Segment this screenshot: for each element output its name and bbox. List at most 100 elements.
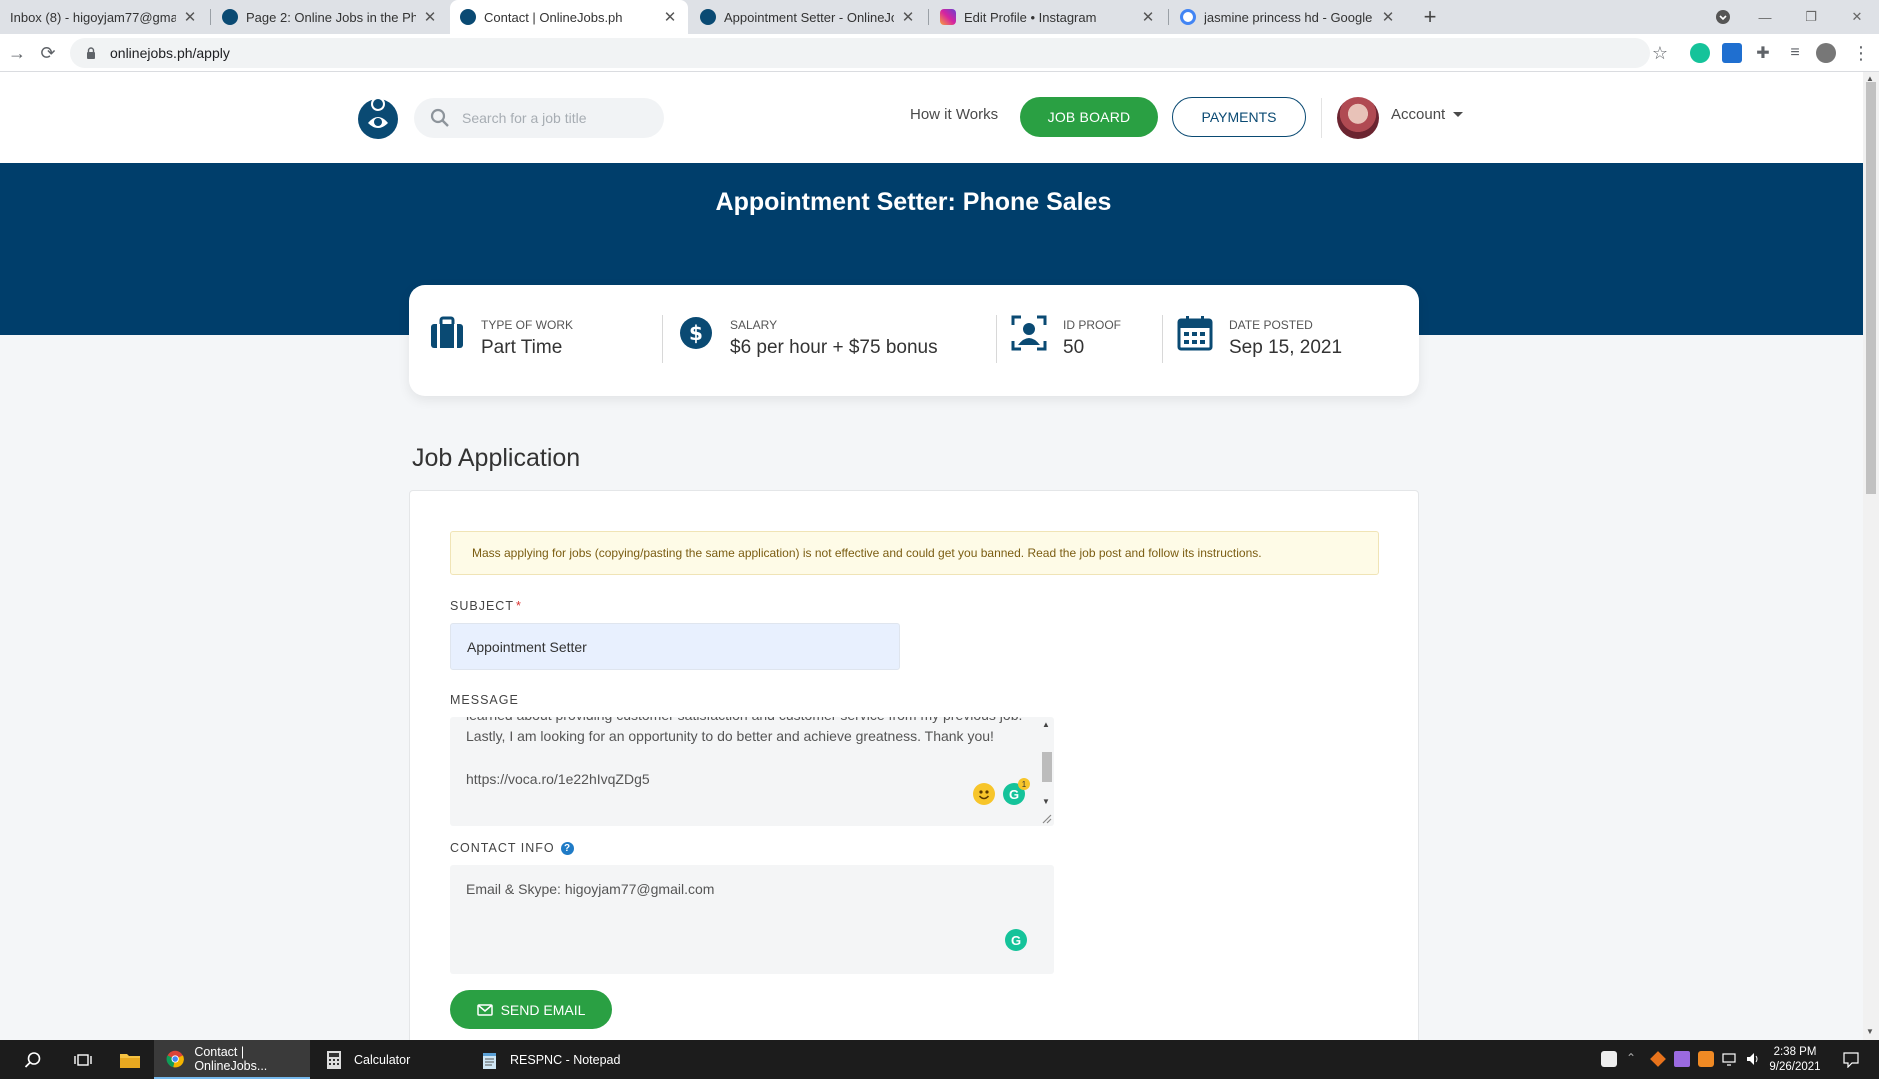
mass-apply-warning: Mass applying for jobs (copying/pasting … xyxy=(450,531,1379,575)
grammarly-extension-icon[interactable] xyxy=(1690,43,1710,63)
scroll-up-icon[interactable]: ▲ xyxy=(1042,720,1050,729)
tray-app-icon[interactable] xyxy=(1650,1051,1666,1067)
header-divider xyxy=(1321,98,1322,138)
system-clock[interactable]: 2:38 PM 9/26/2021 xyxy=(1755,1045,1835,1075)
browser-tab-contact[interactable]: Contact | OnlineJobs.ph ✕ xyxy=(450,0,688,34)
tab-title: Contact | OnlineJobs.ph xyxy=(484,9,623,25)
chrome-icon xyxy=(166,1050,184,1067)
clock-date: 9/26/2021 xyxy=(1769,1061,1821,1073)
browser-toolbar: → ⟳ onlinejobs.ph/apply ☆ ✚ ≡ ⋮ xyxy=(0,34,1879,72)
message-textarea[interactable]: learned about providing customer satisfa… xyxy=(450,717,1054,826)
contact-info-textarea[interactable]: Email & Skype: higoyjam77@gmail.com G xyxy=(450,865,1054,974)
task-view-icon[interactable] xyxy=(68,1040,98,1079)
scroll-down-icon[interactable]: ▼ xyxy=(1042,797,1050,806)
meta-label: DATE POSTED xyxy=(1229,318,1313,332)
browser-tab-gmail[interactable]: Inbox (8) - higoyjam77@gmail.com ✕ xyxy=(0,0,208,34)
meta-date-posted: DATE POSTED Sep 15, 2021 xyxy=(1177,315,1342,359)
tab-close-icon[interactable]: ✕ xyxy=(900,8,916,26)
instagram-favicon-icon xyxy=(940,9,956,25)
help-icon[interactable]: ? xyxy=(560,841,574,855)
search-icon[interactable] xyxy=(18,1040,48,1079)
file-explorer-icon[interactable] xyxy=(115,1040,145,1079)
send-email-label: SEND EMAIL xyxy=(500,1001,586,1018)
tray-expand-icon[interactable]: ⌃ xyxy=(1626,1051,1642,1067)
meta-divider xyxy=(1162,315,1163,363)
tab-close-icon[interactable]: ✕ xyxy=(1380,8,1396,26)
tab-close-icon[interactable]: ✕ xyxy=(422,8,438,26)
browser-tab-appointment-setter[interactable]: Appointment Setter - OnlineJobs ✕ xyxy=(690,0,926,34)
meta-salary: $ SALARY $6 per hour + $75 bonus xyxy=(678,315,938,359)
network-icon[interactable] xyxy=(1722,1051,1738,1067)
payments-button[interactable]: PAYMENTS xyxy=(1172,97,1306,137)
clock-time: 2:38 PM xyxy=(1773,1046,1817,1058)
job-application-heading: Job Application xyxy=(412,444,581,472)
browser-tab-jobs-page2[interactable]: Page 2: Online Jobs in the Philippines ✕ xyxy=(212,0,448,34)
new-tab-button[interactable]: + xyxy=(1416,3,1444,31)
forward-icon[interactable]: → xyxy=(4,40,30,66)
tab-close-icon[interactable]: ✕ xyxy=(1140,8,1156,26)
emoji-picker-icon[interactable] xyxy=(973,783,995,805)
address-bar[interactable]: onlinejobs.ph/apply xyxy=(70,38,1650,68)
required-asterisk: * xyxy=(515,599,522,613)
google-favicon-icon xyxy=(1180,9,1196,25)
taskbar-app-label: Contact | OnlineJobs... xyxy=(194,1044,268,1073)
page-scrollbar[interactable]: ▲ ▼ xyxy=(1863,72,1879,1040)
scroll-thumb[interactable] xyxy=(1042,752,1052,782)
browser-menu-icon[interactable]: ⋮ xyxy=(1848,40,1874,66)
page-scroll-down-icon[interactable]: ▼ xyxy=(1866,1027,1874,1036)
message-scrollbar[interactable]: ▲ ▼ xyxy=(1038,717,1054,826)
site-header: How it Works JOB BOARD PAYMENTS Account xyxy=(0,72,1863,163)
grammarly-count-badge: 1 xyxy=(1018,778,1030,790)
contact-info-text: Email & Skype: higoyjam77@gmail.com xyxy=(466,881,715,897)
resize-handle-icon[interactable] xyxy=(1040,812,1052,824)
meta-label: SALARY xyxy=(730,318,778,332)
bitwarden-extension-icon[interactable] xyxy=(1722,43,1742,63)
job-search-box[interactable] xyxy=(414,98,664,138)
close-window-icon[interactable]: ✕ xyxy=(1834,0,1879,34)
subject-input[interactable]: Appointment Setter xyxy=(450,623,900,670)
job-title: Appointment Setter: Phone Sales xyxy=(715,188,1112,216)
job-board-button[interactable]: JOB BOARD xyxy=(1020,97,1158,137)
reading-list-icon[interactable]: ≡ xyxy=(1782,40,1808,66)
meta-value: $6 per hour + $75 bonus xyxy=(730,337,938,358)
meta-label: TYPE OF WORK xyxy=(481,318,574,332)
taskbar-app-calculator[interactable]: Calculator xyxy=(312,1040,466,1079)
tab-separator xyxy=(210,9,211,25)
contact-info-label: CONTACT INFO? xyxy=(450,841,574,855)
subject-label: SUBJECT * xyxy=(450,599,522,613)
taskbar-app-chrome[interactable]: Contact | OnlineJobs... xyxy=(154,1040,310,1079)
browser-tab-strip: Inbox (8) - higoyjam77@gmail.com ✕ Page … xyxy=(0,0,1879,34)
grammarly-icon[interactable]: G1 xyxy=(1003,778,1030,805)
how-it-works-link[interactable]: How it Works xyxy=(910,106,998,123)
grammarly-icon[interactable]: G xyxy=(1005,929,1027,951)
tray-app-icon[interactable] xyxy=(1698,1051,1714,1067)
tab-search-icon[interactable] xyxy=(1700,0,1746,34)
meta-value: Part Time xyxy=(481,337,563,358)
restore-icon[interactable]: ❐ xyxy=(1788,0,1834,34)
account-label: Account xyxy=(1391,106,1446,123)
job-search-input[interactable] xyxy=(462,110,652,126)
tray-app-icon[interactable] xyxy=(1674,1051,1690,1067)
taskbar-app-notepad[interactable]: RESPNC - Notepad xyxy=(468,1040,624,1079)
account-dropdown[interactable]: Account xyxy=(1391,106,1464,123)
bookmark-star-icon[interactable]: ☆ xyxy=(1647,40,1673,66)
profile-avatar-icon[interactable] xyxy=(1816,43,1836,63)
meta-label: ID PROOF xyxy=(1063,318,1122,332)
tray-app-icon[interactable] xyxy=(1601,1051,1617,1067)
application-form: Mass applying for jobs (copying/pasting … xyxy=(409,490,1419,1040)
tab-separator xyxy=(1168,9,1169,25)
send-email-button[interactable]: SEND EMAIL xyxy=(450,990,612,1029)
reload-icon[interactable]: ⟳ xyxy=(35,40,61,66)
notifications-icon[interactable] xyxy=(1843,1052,1859,1069)
browser-tab-instagram[interactable]: Edit Profile • Instagram ✕ xyxy=(930,0,1166,34)
tab-close-icon[interactable]: ✕ xyxy=(182,8,198,26)
browser-tab-google[interactable]: jasmine princess hd - Google Search ✕ xyxy=(1170,0,1406,34)
page-scroll-thumb[interactable] xyxy=(1866,82,1876,494)
onlinejobs-logo-icon[interactable] xyxy=(356,93,400,141)
extensions-puzzle-icon[interactable]: ✚ xyxy=(1750,40,1776,66)
tab-close-icon[interactable]: ✕ xyxy=(662,8,678,26)
user-avatar[interactable] xyxy=(1337,97,1379,139)
onlinejobs-favicon-icon xyxy=(460,9,476,25)
minimize-icon[interactable]: — xyxy=(1742,0,1788,34)
lock-icon xyxy=(87,47,95,59)
